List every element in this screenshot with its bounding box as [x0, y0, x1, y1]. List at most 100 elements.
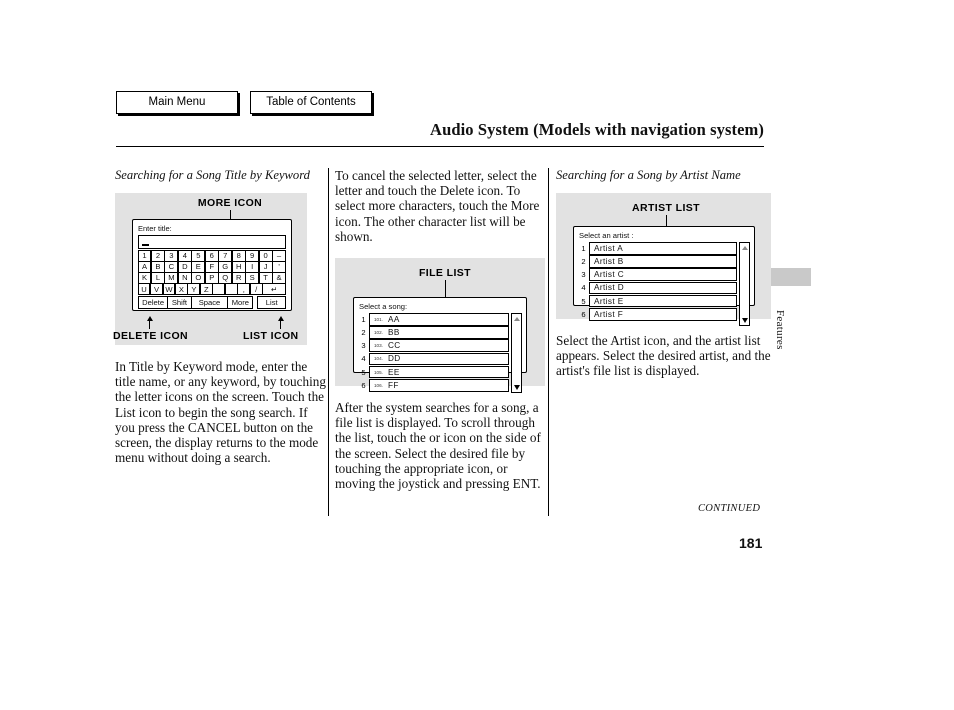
key-g[interactable]: G [218, 261, 233, 273]
key-e[interactable]: E [191, 261, 206, 273]
key-/[interactable]: / [249, 283, 263, 295]
artist-name-cell[interactable]: Artist D [589, 281, 737, 295]
artist-list-row[interactable]: 3 Artist C [578, 268, 737, 281]
artist-name-cell[interactable]: Artist B [589, 255, 737, 268]
artist-list-row[interactable]: 4 Artist D [578, 281, 737, 295]
key-w[interactable]: W [162, 283, 176, 295]
file-name-cell[interactable]: 106. FF [369, 378, 509, 392]
scroll-down-icon[interactable] [741, 318, 748, 323]
delete-key[interactable]: Delete [138, 296, 169, 309]
main-menu-button[interactable]: Main Menu [116, 91, 238, 114]
space-key[interactable]: Space [191, 296, 229, 309]
track-title: BB [387, 328, 400, 337]
row-number: 6 [581, 309, 586, 319]
artist-name: Artist A [594, 243, 624, 253]
artist-name-cell[interactable]: Artist E [589, 294, 737, 308]
key-8[interactable]: 8 [231, 250, 246, 262]
file-name-cell[interactable]: 103. CC [369, 339, 509, 352]
continued-label: CONTINUED [698, 503, 761, 514]
file-list-scrollbar[interactable] [511, 313, 522, 394]
track-title: AA [387, 314, 400, 324]
file-list-row[interactable]: 2 102. BB [358, 326, 509, 339]
key-r[interactable]: R [231, 272, 246, 284]
scroll-up-icon[interactable] [741, 245, 748, 250]
key-s[interactable]: S [245, 272, 260, 284]
key-d[interactable]: D [177, 261, 192, 273]
artist-name: Artist B [594, 256, 624, 266]
key-k[interactable]: K [137, 272, 152, 284]
header-divider [116, 146, 764, 147]
key-1[interactable]: 1 [137, 250, 152, 262]
key-3[interactable]: 3 [164, 250, 179, 262]
keyboard-row: A B C D E F G H I J ' [137, 261, 286, 273]
keyboard-function-row: Delete Shift Space More List [138, 296, 286, 309]
key-z[interactable]: Z [199, 283, 213, 295]
shift-key[interactable]: Shift [168, 296, 192, 309]
artist-list-row[interactable]: 1 Artist A [578, 242, 737, 255]
key-c[interactable]: C [164, 261, 179, 273]
key-u[interactable]: U [137, 283, 151, 295]
key-6[interactable]: 6 [204, 250, 219, 262]
list-key[interactable]: List [257, 296, 286, 309]
track-title: CC [387, 341, 401, 351]
key-q[interactable]: Q [218, 272, 233, 284]
scroll-up-icon[interactable] [513, 316, 520, 321]
key-blank [224, 283, 238, 295]
key-l[interactable]: L [151, 272, 165, 284]
artist-name-cell[interactable]: Artist F [589, 307, 737, 321]
file-name-cell[interactable]: 101. AA [369, 313, 509, 326]
artist-list-row[interactable]: 6 Artist F [578, 307, 737, 321]
right-section-heading: Searching for a Song by Artist Name [556, 168, 741, 182]
track-index: 102. [374, 330, 383, 335]
key-enter[interactable]: ↵ [262, 283, 287, 295]
file-name-cell[interactable]: 102. BB [369, 326, 509, 339]
file-list-row[interactable]: 3 103. CC [358, 339, 509, 352]
key-n[interactable]: N [177, 272, 192, 284]
key-,[interactable]: , [237, 283, 251, 295]
key-i[interactable]: I [245, 261, 260, 273]
key-h[interactable]: H [231, 261, 246, 273]
track-index: 105. [374, 369, 383, 375]
file-list-row[interactable]: 4 104. DD [358, 352, 509, 366]
row-number: 6 [361, 380, 366, 390]
artist-list-row[interactable]: 5 Artist E [578, 294, 737, 308]
key-a[interactable]: A [137, 261, 152, 273]
row-number: 5 [581, 296, 586, 306]
file-list-row[interactable]: 5 105. EE [358, 365, 509, 379]
title-input-field[interactable] [138, 235, 286, 249]
file-name-cell[interactable]: 104. DD [369, 352, 509, 366]
artist-name-cell[interactable]: Artist A [589, 242, 737, 255]
key-&[interactable]: & [272, 272, 286, 284]
key-0[interactable]: 0 [258, 250, 273, 262]
key-y[interactable]: Y [187, 283, 201, 295]
key-j[interactable]: J [258, 261, 273, 273]
key-t[interactable]: T [258, 272, 273, 284]
artist-list-row[interactable]: 2 Artist B [578, 255, 737, 268]
file-list-callout-label: FILE LIST [418, 267, 471, 280]
key-x[interactable]: X [174, 283, 188, 295]
table-of-contents-button[interactable]: Table of Contents [250, 91, 372, 114]
key-5[interactable]: 5 [191, 250, 206, 262]
file-list-rows: 1 101. AA 2 102. BB 3 103. CC 4 104. DD 5 105. EE 6 106.… [358, 313, 509, 393]
key-m[interactable]: M [164, 272, 179, 284]
artist-list-scrollbar[interactable] [739, 242, 750, 326]
key-o[interactable]: O [191, 272, 206, 284]
key-b[interactable]: B [151, 261, 165, 273]
key-p[interactable]: P [204, 272, 219, 284]
file-list-row[interactable]: 1 101. AA [358, 313, 509, 326]
track-index: 101. [374, 316, 383, 322]
more-key[interactable]: More [228, 296, 254, 309]
artist-name-cell[interactable]: Artist C [589, 268, 737, 281]
scroll-down-icon[interactable] [513, 385, 520, 391]
track-title: DD [387, 354, 401, 364]
key-2[interactable]: 2 [151, 250, 165, 262]
key-v[interactable]: V [150, 283, 163, 295]
file-list-row[interactable]: 6 106. FF [358, 378, 509, 392]
key-9[interactable]: 9 [245, 250, 260, 262]
key-f[interactable]: F [204, 261, 219, 273]
key-4[interactable]: 4 [177, 250, 192, 262]
file-name-cell[interactable]: 105. EE [369, 365, 509, 379]
key-–[interactable]: – [272, 250, 286, 262]
key-7[interactable]: 7 [218, 250, 233, 262]
key-'[interactable]: ' [272, 261, 286, 273]
